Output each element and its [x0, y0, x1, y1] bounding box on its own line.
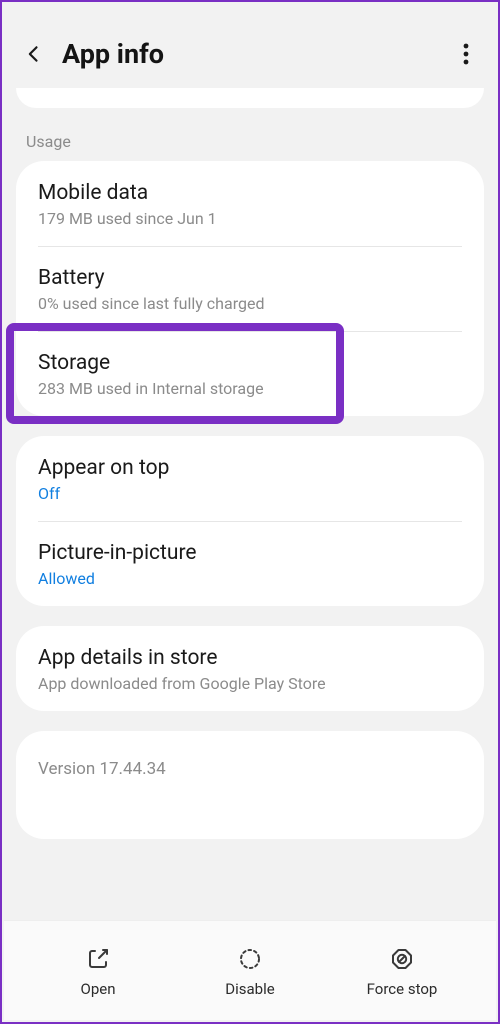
force-stop-button[interactable]: Force stop: [326, 944, 478, 998]
row-title: Battery: [38, 266, 462, 290]
bottom-action-bar: Open Disable Force stop: [4, 920, 496, 1020]
disable-label: Disable: [225, 980, 274, 998]
back-icon[interactable]: [20, 40, 48, 68]
store-card: App details in store App downloaded from…: [16, 626, 484, 711]
force-stop-icon: [387, 944, 417, 974]
page-title: App info: [62, 38, 452, 70]
row-title: Picture-in-picture: [38, 541, 462, 565]
more-icon[interactable]: [452, 40, 480, 68]
version-card: Version 17.44.34: [16, 731, 484, 839]
disable-icon: [235, 944, 265, 974]
display-card: Appear on top Off Picture-in-picture All…: [16, 436, 484, 606]
row-value: Off: [38, 484, 462, 503]
row-mobile-data[interactable]: Mobile data 179 MB used since Jun 1: [16, 161, 484, 246]
row-appear-on-top[interactable]: Appear on top Off: [16, 436, 484, 521]
open-label: Open: [81, 980, 116, 998]
section-label-usage: Usage: [16, 126, 484, 161]
previous-card-tail: [16, 88, 484, 108]
row-subtitle: App downloaded from Google Play Store: [38, 674, 462, 693]
header-bar: App info: [16, 20, 484, 88]
force-stop-label: Force stop: [367, 980, 438, 998]
row-title: Storage: [38, 351, 462, 375]
open-icon: [83, 944, 113, 974]
disable-button[interactable]: Disable: [174, 944, 326, 998]
row-subtitle: 283 MB used in Internal storage: [38, 379, 462, 398]
row-subtitle: 179 MB used since Jun 1: [38, 209, 462, 228]
row-title: Appear on top: [38, 456, 462, 480]
row-value: Allowed: [38, 569, 462, 588]
open-button[interactable]: Open: [22, 944, 174, 998]
row-storage[interactable]: Storage 283 MB used in Internal storage: [16, 331, 484, 416]
row-battery[interactable]: Battery 0% used since last fully charged: [16, 246, 484, 331]
version-text: Version 17.44.34: [38, 759, 462, 779]
row-subtitle: 0% used since last fully charged: [38, 294, 462, 313]
row-title: Mobile data: [38, 181, 462, 205]
usage-card: Mobile data 179 MB used since Jun 1 Batt…: [16, 161, 484, 416]
row-picture-in-picture[interactable]: Picture-in-picture Allowed: [16, 521, 484, 606]
row-title: App details in store: [38, 646, 462, 670]
row-app-details-in-store[interactable]: App details in store App downloaded from…: [16, 626, 484, 711]
